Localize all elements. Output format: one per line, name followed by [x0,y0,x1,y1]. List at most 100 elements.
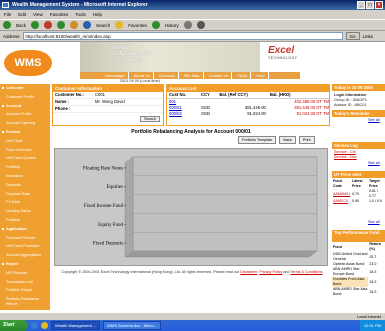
address-label: Address [3,33,20,39]
privacy-link[interactable]: Privacy Policy [259,270,282,274]
left-menu-fund-overview[interactable]: Fund Overview [6,148,32,153]
menu-favorites[interactable]: Favorites [50,10,69,19]
left-menu-account[interactable]: Account [2,104,21,109]
fund-code-link[interactable]: AAMCC0 [332,199,351,204]
system-clock: 12:31 PM [359,320,385,331]
left-menu-portfolio-rebalance-report[interactable]: Portfolio Rebalance Report [6,297,50,307]
address-input[interactable]: http://localhost:8100/wealth_mm/index.as… [22,32,343,40]
local-date: 2001 09 09 (Local time) [120,79,160,83]
nav-glossary[interactable]: Glossary [156,72,179,79]
fund-code-link[interactable]: AAMAM01 [332,189,351,199]
search-button[interactable]: Search [96,23,110,28]
address-bar: Address http://localhost:8100/wealth_mm/… [0,31,385,42]
left-menu-lending-rates[interactable]: Lending Rates [6,209,31,214]
left-menu-account-opening[interactable]: Account Opening [6,121,35,126]
customer-search-button[interactable]: Search [140,116,160,122]
menu-file[interactable]: File [4,10,11,19]
browser-toolbar: Back Search Favorites History [0,19,385,31]
chart-floor [124,250,318,258]
quicklaunch-ie-icon[interactable] [31,322,38,329]
links-button[interactable]: Links [363,34,374,39]
favorites-button[interactable]: Favorites [128,23,147,28]
terms-link[interactable]: Terms & Conditions [290,270,322,274]
portfolio-template-button[interactable]: Portfolio Template [238,136,277,144]
menu-edit[interactable]: Edit [18,10,26,19]
favorites-icon[interactable] [115,21,124,29]
quicklaunch-outlook-icon[interactable] [41,322,48,329]
status-bar: Local intranet [0,312,385,320]
left-menu-account-aggregation[interactable]: Account Aggregation [6,253,41,258]
table-row: AAMCC0 0.90 1.0 / 0.9 [332,199,382,204]
left-menu-financial-planner[interactable]: Financial Planner [6,236,35,241]
ut-price-table: Fund Code Latest Price Target Price AAMA… [332,179,385,204]
back-button[interactable]: Back [16,23,26,28]
menu-bar: File Edit View Favorites Tools Help [0,10,385,19]
table-row: ABN AMRO Star Asia Bond 18.3 [333,287,377,296]
left-menu-deposits-rate[interactable]: Deposits Rate [6,192,30,197]
left-menu-mis-reports[interactable]: MIS Reports [6,271,27,276]
nav-contact-us[interactable]: Contact Us [206,72,233,79]
nav-faqs[interactable]: FAQs [234,72,252,79]
excel-technology-logo: Excel TECHNOLOGY [268,45,298,60]
left-menu-portfolio[interactable]: Portfolio [6,165,20,170]
maximize-button[interactable]: □ [366,1,374,9]
table-row: DDB United Gold and General 25.7 [333,252,377,261]
minimize-button[interactable]: _ [357,1,365,9]
go-button[interactable]: Go [345,32,360,40]
menu-help[interactable]: Help [93,10,102,19]
left-menu-application[interactable]: Application [2,227,27,232]
chart-category-label: Fixed Income Fund [84,204,124,209]
nav-about-us[interactable]: About Us [131,72,155,79]
service-item[interactable]: Service - Nov [334,155,357,160]
service-see-all[interactable]: See all [368,161,380,166]
menu-view[interactable]: View [33,10,43,19]
taskbar-item[interactable]: Wealth Management ... [51,321,101,330]
left-menu-report[interactable]: Report [2,262,18,267]
back-page-button[interactable]: Back [279,136,296,144]
chart-side-wall [124,156,134,258]
left-menu-unit-trust-purchase[interactable]: Unit Trust Purchase [6,244,39,249]
print-button[interactable]: Print [298,136,315,144]
mail-icon[interactable] [183,21,192,29]
rebalance-chart-svg: Fixed Deposits Equity Fund Fixed Income Fu… [83,156,318,258]
left-menu-unit-trust[interactable]: Unit Trust [6,139,22,144]
account-link[interactable]: 000/02 [167,111,199,117]
disclaimer-link[interactable]: Disclaimer [240,270,257,274]
back-arrow-icon[interactable] [3,21,11,29]
ie-icon [2,2,9,8]
left-menu-transaction-list[interactable]: Transaction List [6,280,33,285]
history-button[interactable]: History [165,23,179,28]
left-menu-insurance[interactable]: Insurance [6,174,23,179]
refresh-icon[interactable] [57,21,66,29]
forward-arrow-icon[interactable] [31,21,40,29]
history-icon[interactable] [151,21,160,29]
left-menu-product[interactable]: Product [2,130,20,135]
home-icon[interactable] [70,21,79,29]
print-icon[interactable] [196,21,205,29]
left-menu-customer-profile[interactable]: Customer Profile [6,95,34,100]
taskbar-item[interactable]: WMS Screens.doc - Micro... [103,321,162,330]
chart-category-label: Equity Fund [98,223,123,228]
left-menu-unit-trust-quotes[interactable]: Unit Trust Quotes [6,156,36,161]
nav-homepage[interactable]: Homepage [102,72,129,79]
rebalance-chart: Fixed Deposits Equity Fund Fixed Income Fu… [54,148,328,266]
start-button[interactable]: Start [0,320,28,331]
menu-tools[interactable]: Tools [75,10,86,19]
stop-icon[interactable] [44,21,53,29]
ut-price-alert-header: UT Price Alert [332,171,385,178]
left-menu-fx-rate[interactable]: FX Rate [6,200,20,205]
advisor-id: Advisor ID : ABC01 [334,103,367,107]
customer-info-header: Customer Information [53,85,163,92]
chart-category-label: Fixed Deposits [93,242,123,247]
left-menu-account-profile[interactable]: Account Profile [6,112,32,117]
left-menu-deposits[interactable]: Deposits [6,183,21,188]
ut-see-all[interactable]: See all [368,220,380,225]
left-menu-customer[interactable]: Customer [2,86,24,91]
left-menu-portfolio-report[interactable]: Portfolio Report [6,288,32,293]
search-icon[interactable] [83,21,92,29]
close-button[interactable]: × [375,1,383,9]
nav-help[interactable]: Help [253,72,269,79]
left-menu-portfolio[interactable]: Portfolio [6,218,20,223]
nav-site-map[interactable]: Site Map [181,72,204,79]
reminder-see-all[interactable]: See all [368,118,380,123]
